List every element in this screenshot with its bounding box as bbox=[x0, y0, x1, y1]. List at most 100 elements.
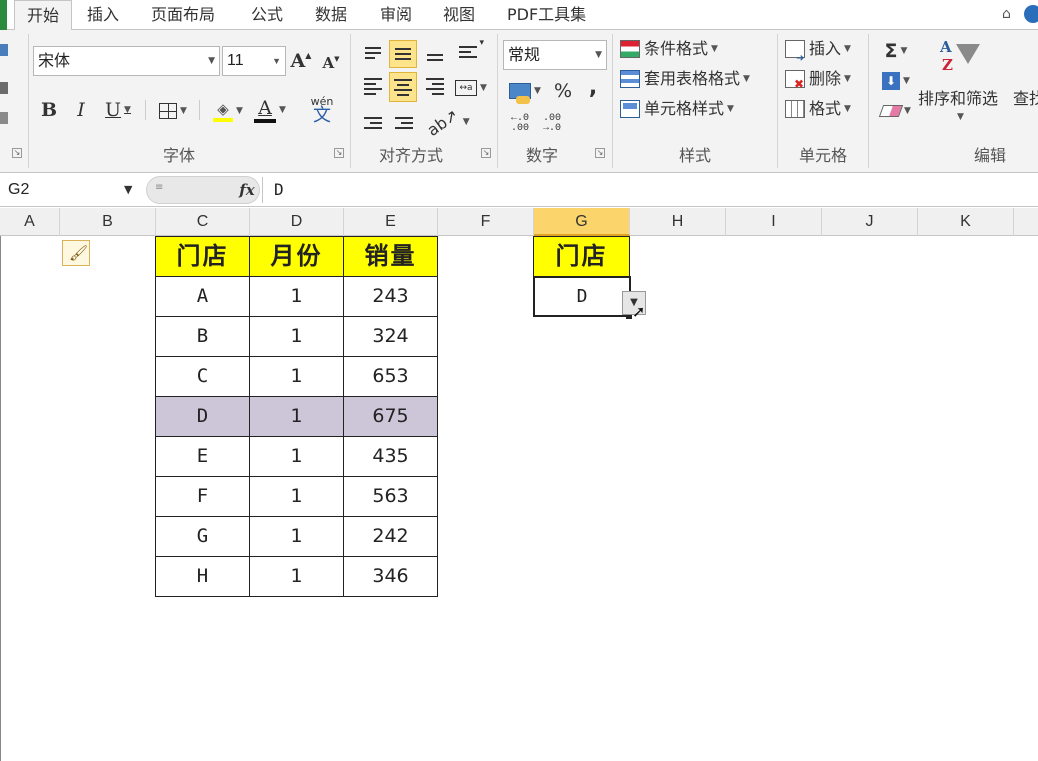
column-header-c[interactable]: C bbox=[156, 208, 250, 236]
font-launcher-icon[interactable]: ↘ bbox=[334, 148, 344, 158]
format-cells-button[interactable]: 格式 ▼ bbox=[785, 96, 851, 122]
table-cell-month[interactable]: 1 bbox=[249, 316, 344, 357]
table-cell-sales[interactable]: 675 bbox=[343, 396, 438, 437]
format-painter-icon[interactable] bbox=[0, 112, 8, 124]
decrease-decimal-button[interactable]: .00 →.0 bbox=[538, 110, 566, 138]
table-cell-month[interactable]: 1 bbox=[249, 276, 344, 317]
underline-button[interactable]: U ▼ bbox=[100, 96, 136, 124]
name-box[interactable]: G2 bbox=[0, 177, 142, 203]
format-as-table-button[interactable]: 套用表格格式 ▼ bbox=[620, 66, 750, 92]
column-header-k[interactable]: K bbox=[918, 208, 1014, 236]
column-header-i[interactable]: I bbox=[726, 208, 822, 236]
column-header-e[interactable]: E bbox=[344, 208, 438, 236]
increase-font-size-button[interactable]: A ▲ bbox=[290, 48, 312, 74]
increase-decimal-button[interactable]: ←.0.00 bbox=[506, 110, 534, 138]
sort-filter-icon[interactable]: A Z bbox=[936, 38, 980, 80]
table-cell-month[interactable]: 1 bbox=[249, 436, 344, 477]
find-select-button[interactable]: 查找 bbox=[1013, 86, 1038, 112]
minimize-ribbon-icon[interactable]: ⌂ bbox=[1002, 6, 1011, 22]
align-right-button[interactable] bbox=[422, 72, 448, 100]
insert-function-button[interactable]: fx bbox=[234, 176, 260, 204]
paste-icon[interactable] bbox=[0, 44, 8, 56]
merge-center-button[interactable]: ↔a ▼ bbox=[452, 76, 490, 100]
align-center-button[interactable] bbox=[389, 72, 417, 102]
column-header-l[interactable] bbox=[1014, 208, 1038, 236]
table-cell-store[interactable]: C bbox=[155, 356, 250, 397]
table-cell-sales[interactable]: 563 bbox=[343, 476, 438, 517]
tab-data[interactable]: 数据 bbox=[315, 0, 347, 30]
table-cell-month[interactable]: 1 bbox=[249, 356, 344, 397]
table-cell-store[interactable]: D bbox=[155, 396, 250, 437]
font-name-box[interactable]: 宋体 ▼ bbox=[33, 46, 220, 76]
conditional-format-button[interactable]: 条件格式 ▼ bbox=[620, 36, 718, 62]
currency-button[interactable]: ▼ bbox=[505, 78, 545, 104]
help-icon[interactable] bbox=[1024, 5, 1038, 23]
number-launcher-icon[interactable]: ↘ bbox=[595, 148, 605, 158]
table-cell-sales[interactable]: 653 bbox=[343, 356, 438, 397]
sort-filter-button[interactable]: 排序和筛选 bbox=[918, 86, 998, 112]
table-cell-store[interactable]: H bbox=[155, 556, 250, 597]
percent-button[interactable]: % bbox=[550, 78, 576, 104]
decrease-font-size-button[interactable]: A ▼ bbox=[320, 52, 342, 74]
fill-color-button[interactable]: ◈ ▼ bbox=[208, 96, 248, 126]
align-bottom-button[interactable] bbox=[422, 40, 448, 66]
lookup-header-store[interactable]: 门店 bbox=[533, 236, 630, 277]
wrap-text-button[interactable]: ▾ bbox=[452, 38, 484, 66]
column-header-j[interactable]: J bbox=[822, 208, 918, 236]
borders-button[interactable]: ▼ bbox=[154, 98, 192, 124]
comma-style-button[interactable]: , bbox=[580, 74, 606, 100]
tab-review[interactable]: 审阅 bbox=[380, 0, 412, 30]
bold-button[interactable]: B bbox=[38, 96, 60, 124]
tab-view[interactable]: 视图 bbox=[443, 0, 475, 30]
orientation-button[interactable]: ab↗ ▼ bbox=[424, 105, 470, 140]
font-size-box[interactable]: 11 ▼ bbox=[222, 46, 286, 76]
table-cell-sales[interactable]: 346 bbox=[343, 556, 438, 597]
table-cell-month[interactable]: 1 bbox=[249, 476, 344, 517]
table-cell-month[interactable]: 1 bbox=[249, 516, 344, 557]
clipboard-launcher-icon[interactable]: ↘ bbox=[12, 148, 22, 158]
table-cell-store[interactable]: F bbox=[155, 476, 250, 517]
worksheet[interactable]: 🖌 门店 月份 销量 A 1 243 B 1 324 C 1 653 D 1 675 E 1 435 F 1 56… bbox=[0, 236, 1038, 761]
alignment-launcher-icon[interactable]: ↘ bbox=[481, 148, 491, 158]
column-header-a[interactable]: A bbox=[0, 208, 60, 236]
column-header-f[interactable]: F bbox=[438, 208, 534, 236]
clear-button[interactable]: ▼ bbox=[876, 98, 916, 124]
tab-insert[interactable]: 插入 bbox=[87, 0, 119, 30]
align-top-button[interactable] bbox=[360, 40, 386, 66]
tab-pdf-tools[interactable]: PDF工具集 bbox=[507, 0, 586, 30]
increase-indent-button[interactable] bbox=[391, 110, 417, 136]
table-cell-sales[interactable]: 243 bbox=[343, 276, 438, 317]
column-header-d[interactable]: D bbox=[250, 208, 344, 236]
tab-formulas[interactable]: 公式 bbox=[251, 0, 283, 30]
number-format-box[interactable]: 常规 ▼ bbox=[503, 40, 607, 70]
column-header-b[interactable]: B bbox=[60, 208, 156, 236]
column-header-h[interactable]: H bbox=[630, 208, 726, 236]
paste-options-icon[interactable]: 🖌 bbox=[62, 240, 90, 266]
table-cell-store[interactable]: B bbox=[155, 316, 250, 357]
table-cell-month[interactable]: 1 bbox=[249, 556, 344, 597]
align-middle-button[interactable] bbox=[389, 40, 417, 68]
table-cell-sales[interactable]: 324 bbox=[343, 316, 438, 357]
table-cell-store[interactable]: E bbox=[155, 436, 250, 477]
delete-cells-button[interactable]: ✖ 删除 ▼ bbox=[785, 66, 851, 92]
tab-page-layout[interactable]: 页面布局 bbox=[151, 0, 215, 30]
table-cell-sales[interactable]: 435 bbox=[343, 436, 438, 477]
file-tab-edge[interactable] bbox=[0, 0, 7, 30]
active-cell-g2[interactable]: D bbox=[533, 276, 631, 317]
decrease-indent-button[interactable] bbox=[360, 110, 386, 136]
align-left-button[interactable] bbox=[360, 72, 386, 100]
insert-cells-button[interactable]: ➜ 插入 ▼ bbox=[785, 36, 851, 64]
copy-icon[interactable] bbox=[0, 82, 8, 94]
chevron-down-icon[interactable]: ▼ bbox=[124, 177, 132, 203]
table-cell-store[interactable]: G bbox=[155, 516, 250, 557]
italic-button[interactable]: I bbox=[70, 96, 92, 124]
column-header-g[interactable]: G bbox=[534, 208, 630, 236]
tab-home[interactable]: 开始 bbox=[14, 0, 72, 31]
table-cell-store[interactable]: A bbox=[155, 276, 250, 317]
formula-input[interactable]: D bbox=[274, 177, 284, 203]
table-header-sales[interactable]: 销量 bbox=[343, 236, 438, 277]
autosum-button[interactable]: Σ ▼ bbox=[876, 38, 916, 64]
table-cell-sales[interactable]: 242 bbox=[343, 516, 438, 557]
table-header-month[interactable]: 月份 bbox=[249, 236, 344, 277]
phonetic-button[interactable]: wén 文 bbox=[300, 94, 344, 126]
